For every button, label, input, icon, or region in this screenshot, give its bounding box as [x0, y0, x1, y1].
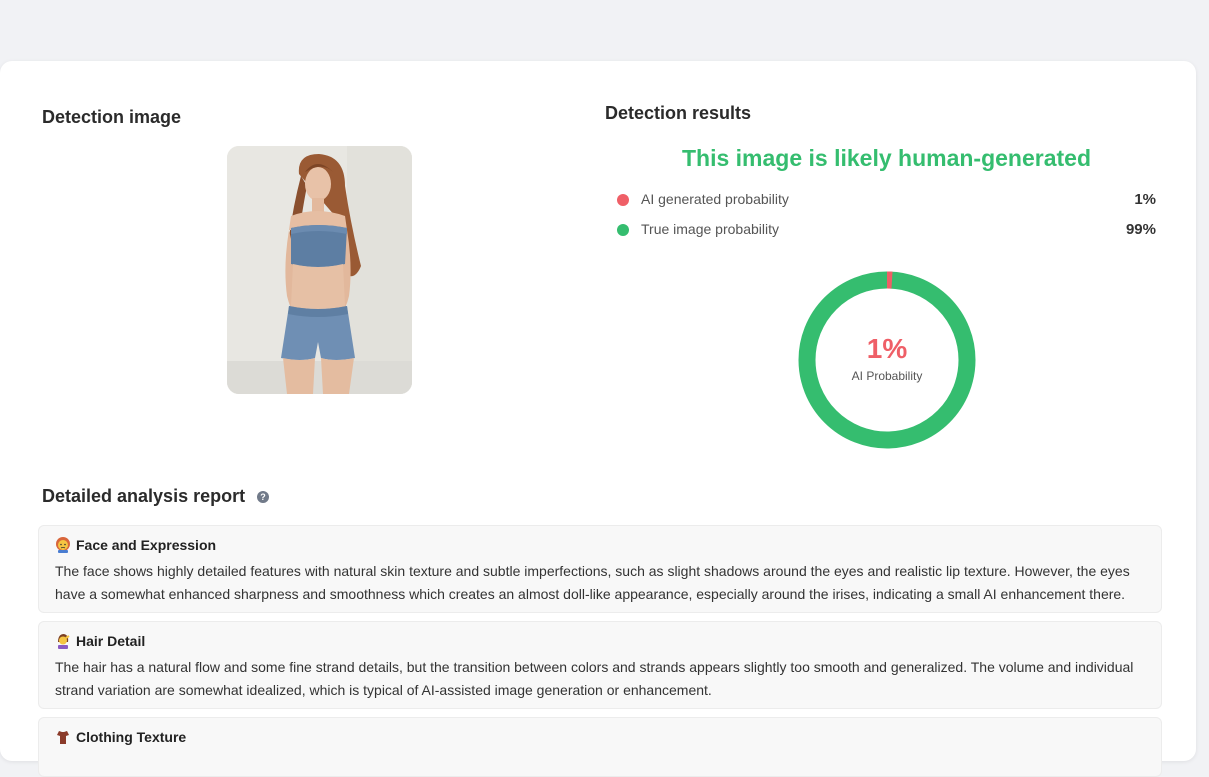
uploaded-photo [227, 146, 412, 394]
person-hair-emoji-icon [58, 634, 70, 649]
help-icon[interactable]: ? [257, 491, 269, 503]
true-probability-label: True image probability [641, 221, 779, 237]
detection-image-title: Detection image [42, 107, 182, 127]
donut-center-value: 1% [866, 333, 908, 364]
ai-probability-label: AI generated probability [641, 191, 789, 207]
clothing-emoji-icon [57, 731, 69, 744]
ai-probability-row: AI generated probability 1% [617, 191, 1156, 211]
report-section-title: Face and Expression [76, 537, 217, 553]
analysis-card: Detection image Detection results This i… [0, 61, 1196, 777]
report-section-title: Clothing Texture [76, 729, 187, 745]
donut-center-label: AI Probability [851, 369, 923, 383]
report-title: Detailed analysis report [42, 486, 246, 506]
verdict-text: This image is likely human-generated [681, 145, 1091, 171]
report-section-body: The hair has a natural flow and some fin… [55, 659, 1134, 698]
report-section-hair: Hair Detail The hair has a natural flow … [38, 621, 1162, 709]
true-probability-value: 99% [1125, 221, 1156, 238]
report-section-face: Face and Expression The face shows highl… [38, 525, 1162, 613]
report-section-title: Hair Detail [76, 633, 146, 649]
detection-results-title: Detection results [605, 103, 752, 123]
donut-center: 1% AI Probability [798, 271, 976, 449]
report-section-clothing: Clothing Texture [38, 717, 1162, 777]
true-probability-row: True image probability 99% [617, 221, 1156, 241]
report-section-body: The face shows highly detailed features … [55, 563, 1130, 602]
true-legend-dot [617, 224, 629, 236]
probability-donut: 1% AI Probability [798, 271, 976, 449]
person-pouting-emoji-icon [56, 537, 70, 553]
ai-legend-dot [617, 194, 629, 206]
ai-probability-value: 1% [1134, 191, 1156, 208]
